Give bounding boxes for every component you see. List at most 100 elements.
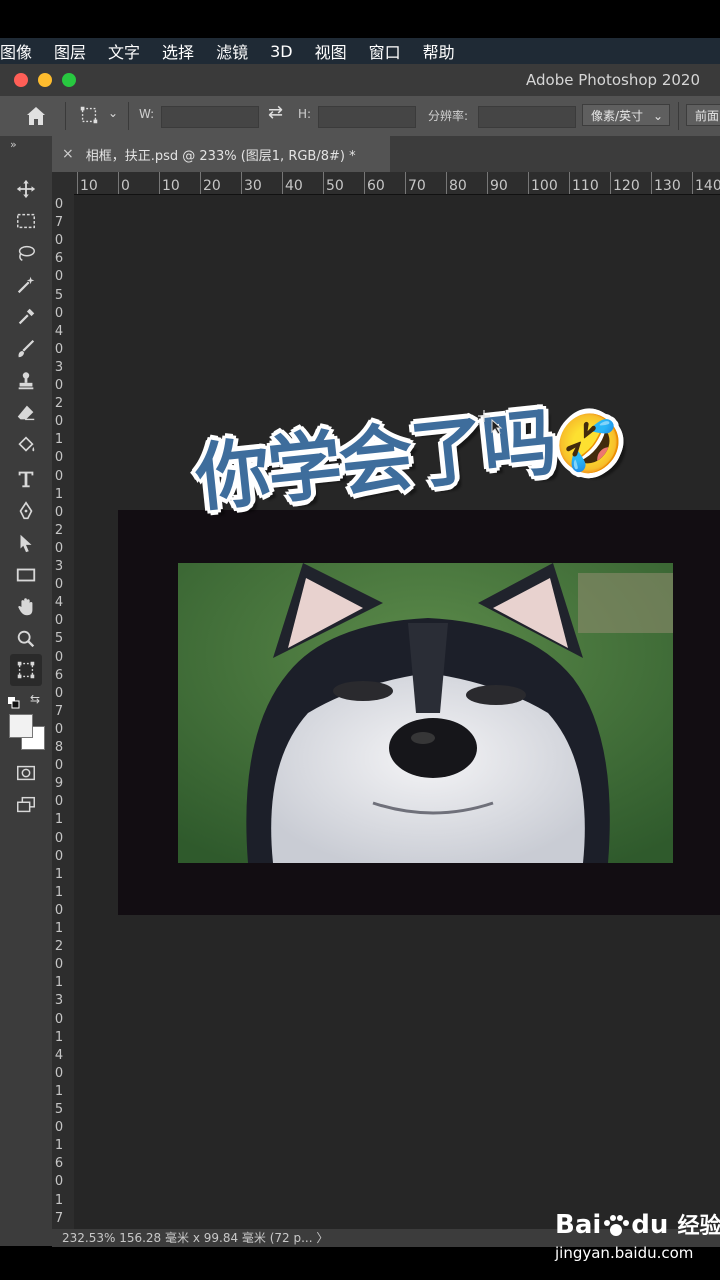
default-colors-icon[interactable] [8,694,20,709]
eyedropper-tool-icon[interactable] [13,304,39,330]
hand-tool-icon[interactable] [13,594,39,620]
ruler-tick-label: 0 [54,269,64,285]
zoom-tool-icon[interactable] [13,626,39,652]
ruler-tick-label: 0 [54,957,64,973]
ruler-tick-label: 0 [54,577,64,593]
ruler-tick-label: 0 [54,1174,64,1190]
ruler-tick-label: 9 [54,776,64,792]
menu-3d[interactable]: 3D [270,42,293,61]
status-text: 232.53% 156.28 毫米 x 99.84 毫米 (72 p... 〉 [62,1231,329,1245]
vertical-ruler[interactable]: 0 7 0 6 0 5 0 4 0 3 0 2 0 1 0 0 1 0 2 0 3 0 4 0 5 0 6 0 7 0 8 0 9 0 1 0 0 1 1 0… [52,194,75,1229]
ruler-tick [282,172,283,194]
menu-select[interactable]: 选择 [162,39,194,63]
resolution-input[interactable] [478,106,576,128]
ruler-tick-label: 10 [80,178,98,194]
rectangle-tool-icon[interactable] [13,562,39,588]
ruler-tick-label: 0 [54,414,64,430]
ruler-tick-label: 0 [54,233,64,249]
transform-tool-icon[interactable] [10,654,42,686]
ruler-tick-label: 5 [54,287,64,303]
width-label: W: [139,107,155,121]
ruler-tick-label: 0 [54,721,64,737]
unit-select-value: 像素/英寸 [591,109,644,123]
ruler-tick-label: 80 [449,178,467,194]
options-bar: ⌄ W: ⇄ H: 分辨率: 像素/英寸 ⌄ 前面 [0,96,720,137]
divider [128,102,129,130]
ruler-tick-label: 120 [613,178,640,194]
ruler-tick-label: 1 [54,884,64,900]
zoom-window-button[interactable] [62,73,76,87]
ruler-tick-label: 110 [572,178,599,194]
ruler-tick-label: 1 [54,866,64,882]
marquee-tool-icon[interactable] [13,208,39,234]
ruler-tick-label: 0 [54,685,64,701]
ruler-tick-label: 2 [54,522,64,538]
close-tab-icon[interactable]: × [62,146,74,162]
watermark-url: jingyan.baidu.com [555,1244,694,1262]
ruler-tick-label: 0 [54,305,64,321]
brush-tool-icon[interactable] [13,336,39,362]
ruler-tick-label: 100 [531,178,558,194]
ruler-tick-label: 0 [54,649,64,665]
document-tab-strip: × 相框，扶正.psd @ 233% (图层1, RGB/8#) * [52,136,720,172]
ruler-tick [446,172,447,194]
width-input[interactable] [161,106,259,128]
unit-select[interactable]: 像素/英寸 ⌄ [582,104,670,126]
ruler-tick-label: 2 [54,396,64,412]
ruler-tick-label: 3 [54,359,64,375]
menu-view[interactable]: 视图 [315,39,347,63]
swap-icon[interactable]: ⇄ [268,102,283,123]
screen-mode-icon[interactable] [13,792,39,818]
path-selection-tool-icon[interactable] [13,530,39,556]
ruler-tick-label: 7 [54,703,64,719]
ruler-tick [528,172,529,194]
menu-help[interactable]: 帮助 [423,39,455,63]
foreground-color-swatch-top[interactable] [9,714,33,738]
divider [65,102,66,130]
lasso-tool-icon[interactable] [13,240,39,266]
close-window-button[interactable] [14,73,28,87]
pen-tool-icon[interactable] [13,498,39,524]
menu-window[interactable]: 窗口 [369,39,401,63]
height-label: H: [298,107,312,121]
ruler-tick [323,172,324,194]
ruler-tick-label: 6 [54,1156,64,1172]
ruler-tick-label: 0 [54,902,64,918]
swap-colors-icon[interactable]: ⇆ [30,692,40,706]
ruler-tick-label: 6 [54,667,64,683]
ruler-tick [569,172,570,194]
document-tab[interactable]: × 相框，扶正.psd @ 233% (图层1, RGB/8#) * [52,136,390,172]
quick-mask-icon[interactable] [13,760,39,786]
ruler-tick-label: 4 [54,1047,64,1063]
magic-wand-tool-icon[interactable] [13,272,39,298]
type-tool-icon[interactable] [13,466,39,492]
ruler-tick-label: 0 [54,197,64,212]
window-title-bar: Adobe Photoshop 2020 [0,64,720,96]
menu-filter[interactable]: 滤镜 [216,39,248,63]
ruler-tick-label: 30 [244,178,262,194]
paint-bucket-tool-icon[interactable] [13,432,39,458]
ruler-corner [52,172,74,194]
transform-tool-icon[interactable] [78,104,100,128]
menu-layer[interactable]: 图层 [54,39,86,63]
chevron-down-icon[interactable]: ⌄ [108,106,118,120]
ruler-tick-label: 1 [54,486,64,502]
ruler-tick-label: 20 [203,178,221,194]
front-image-label: 前面 [695,109,720,123]
height-input[interactable] [318,106,416,128]
collapse-panel-icon[interactable]: » [10,138,17,151]
stamp-tool-icon[interactable] [13,368,39,394]
watermark-brand: Bai [555,1210,602,1240]
menu-image[interactable]: 图像 [0,39,32,63]
ruler-tick-label: 6 [54,251,64,267]
minimize-window-button[interactable] [38,73,52,87]
horizontal-ruler[interactable]: 10 0 10 20 30 40 50 60 70 80 90 100 110 120 130 140 [74,172,720,195]
ruler-tick-label: 1 [54,1083,64,1099]
front-image-button[interactable]: 前面 [686,104,720,126]
home-icon[interactable] [24,104,50,128]
ruler-tick-label: 10 [162,178,180,194]
move-tool-icon[interactable] [13,176,39,202]
menu-bar: 图像 图层 文字 选择 滤镜 3D 视图 窗口 帮助 [0,38,720,64]
menu-type[interactable]: 文字 [108,39,140,63]
eraser-tool-icon[interactable] [13,400,39,426]
